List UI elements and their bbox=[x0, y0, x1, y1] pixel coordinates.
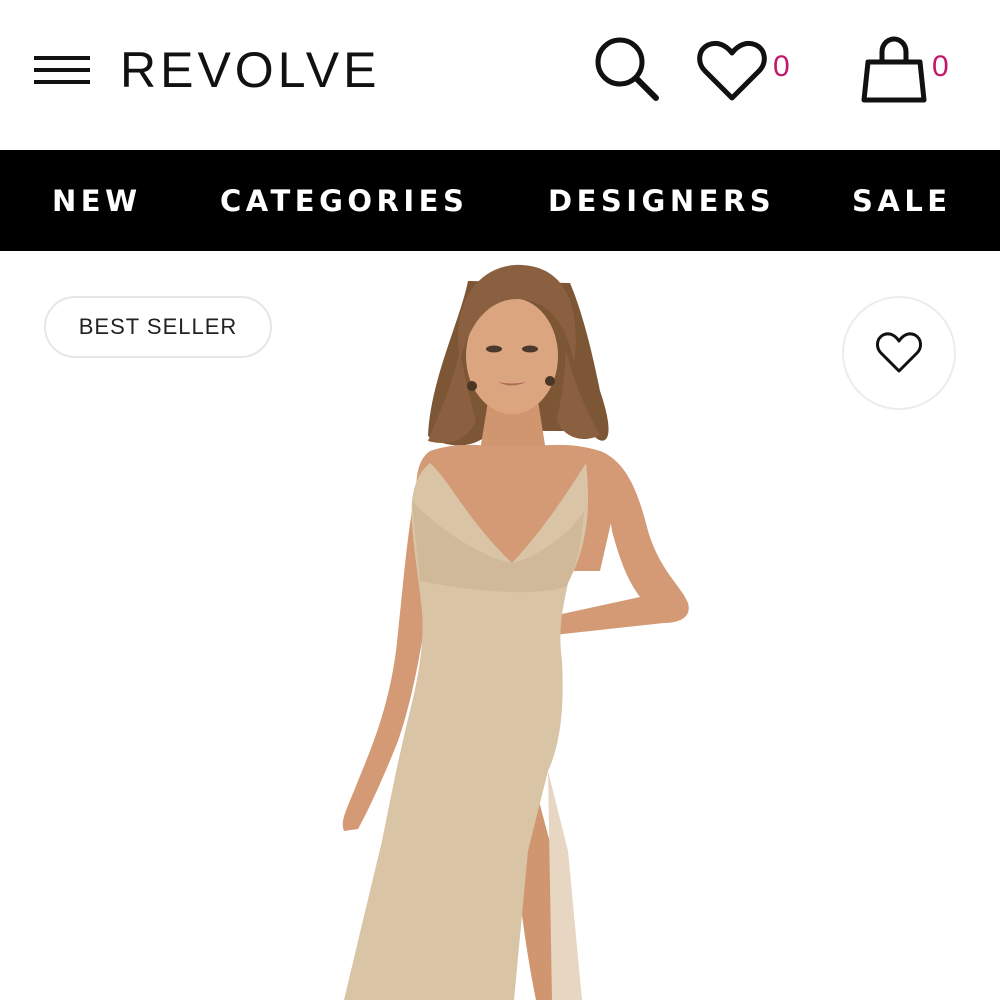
model-eye bbox=[486, 345, 502, 353]
wishlist-button[interactable] bbox=[696, 38, 768, 104]
product-gown-underlayer bbox=[548, 771, 582, 1000]
search-icon bbox=[595, 37, 659, 101]
nav-item-categories[interactable]: CATEGORIES bbox=[220, 184, 468, 218]
site-header: REVOLVE 0 0 bbox=[0, 0, 1000, 150]
best-seller-badge: BEST SELLER bbox=[44, 296, 272, 358]
nav-item-designers[interactable]: DESIGNERS bbox=[548, 184, 775, 218]
search-button[interactable] bbox=[592, 34, 662, 104]
model-earring bbox=[545, 376, 555, 386]
add-to-favorites-button[interactable] bbox=[842, 296, 956, 410]
model-eye bbox=[522, 345, 538, 353]
menu-icon-bar bbox=[34, 56, 90, 60]
menu-button[interactable] bbox=[34, 52, 90, 90]
wishlist-count: 0 bbox=[773, 50, 790, 83]
site-logo[interactable]: REVOLVE bbox=[120, 40, 381, 100]
product-image[interactable] bbox=[300, 251, 720, 1000]
shopping-bag-button[interactable] bbox=[858, 36, 930, 106]
bag-count: 0 bbox=[932, 50, 949, 83]
heart-icon bbox=[697, 40, 767, 101]
shopping-bag-icon bbox=[861, 36, 927, 103]
menu-icon-bar bbox=[34, 80, 90, 84]
heart-icon bbox=[876, 332, 922, 373]
product-image-area[interactable]: BEST SELLER bbox=[0, 251, 1000, 1000]
main-navigation: NEW CATEGORIES DESIGNERS SALE bbox=[0, 150, 1000, 251]
nav-item-sale[interactable]: SALE bbox=[852, 184, 952, 218]
model-earring bbox=[467, 381, 477, 391]
nav-item-new[interactable]: NEW bbox=[52, 184, 142, 218]
menu-icon-bar bbox=[34, 68, 90, 72]
